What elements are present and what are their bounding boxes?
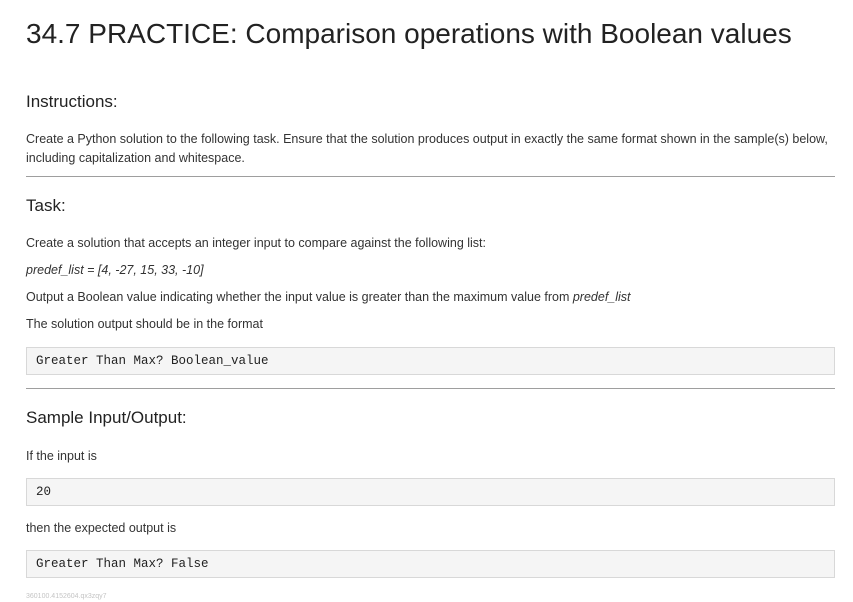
sample-output-code-text: Greater Than Max? False	[36, 557, 209, 571]
task-format-label: The solution output should be in the for…	[26, 317, 263, 331]
sample-input-label: If the input is	[26, 449, 97, 463]
sample-output-label: then the expected output is	[26, 521, 177, 535]
predef-list-definition: predef_list = [4, -27, 15, 33, -10]	[26, 263, 204, 277]
task-heading: Task:	[26, 196, 66, 215]
sample-heading: Sample Input/Output:	[26, 408, 187, 427]
section-divider	[26, 176, 835, 177]
section-divider	[26, 388, 835, 389]
page-title: 34.7 PRACTICE: Comparison operations wit…	[26, 18, 792, 49]
predef-list-reference: predef_list	[572, 290, 631, 304]
instructions-text: Create a Python solution to the followin…	[26, 132, 828, 165]
task-output-description: Output a Boolean value indicating whethe…	[26, 288, 835, 307]
footer-identifier: 360100.4152604.qx3zqy7	[26, 593, 107, 600]
format-code-text: Greater Than Max? Boolean_value	[36, 354, 269, 368]
sample-input-code-block: 20	[26, 478, 835, 506]
task-output-text: Output a Boolean value indicating whethe…	[26, 290, 573, 304]
instructions-heading: Instructions:	[26, 92, 118, 111]
task-description: Create a solution that accepts an intege…	[26, 236, 486, 250]
sample-input-code-text: 20	[36, 485, 52, 499]
format-code-block: Greater Than Max? Boolean_value	[26, 347, 835, 375]
sample-output-code-block: Greater Than Max? False	[26, 550, 835, 578]
